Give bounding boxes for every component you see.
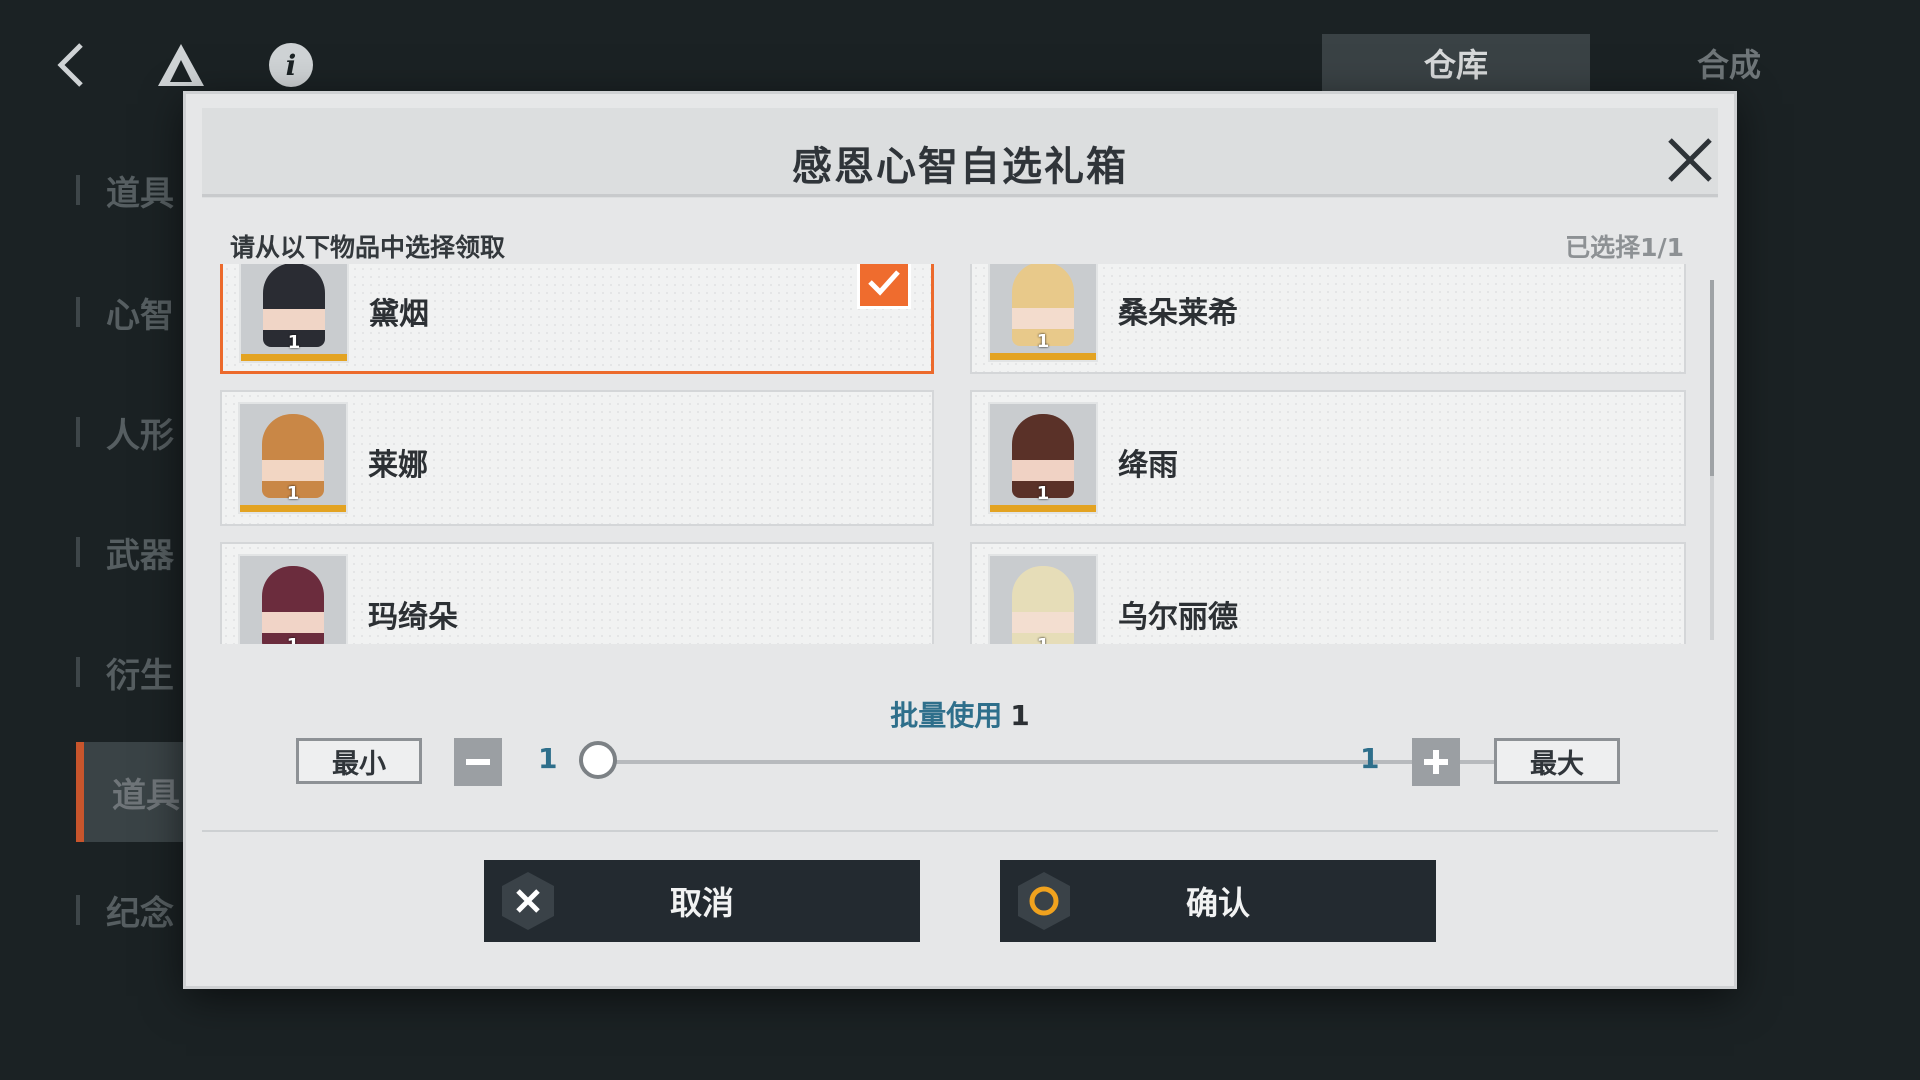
sidebar-item-label: 衍生 (106, 655, 174, 696)
slider-min-value: 1 (538, 742, 558, 775)
portrait-image (262, 566, 324, 644)
batch-use-value: 1 (1010, 699, 1030, 732)
sidebar-item-derived[interactable]: 衍生 (76, 642, 174, 702)
minus-icon[interactable] (454, 738, 502, 786)
item-quantity: 1 (1036, 483, 1050, 504)
batch-use-label: 批量使用 1 (186, 694, 1734, 734)
sidebar-item-label: 纪念 (106, 893, 174, 934)
sidebar-item-label: 道具 (112, 775, 180, 816)
divider (202, 830, 1718, 832)
info-icon[interactable]: i (264, 38, 318, 92)
divider (202, 194, 1718, 197)
list-item[interactable]: 1 玛绮朵 (220, 542, 934, 644)
item-list[interactable]: 1 黛烟 1 桑朵莱希 1 莱娜 1 绛雨 玛绮朵 乌尔丽德 (220, 264, 1696, 644)
gift-box-dialog: 感恩心智自选礼箱 请从以下物品中选择领取 已选择1/1 1 黛烟 1 桑朵莱希 … (186, 94, 1734, 986)
item-name: 乌尔丽德 (1118, 600, 1238, 635)
batch-use-text: 批量使用 (890, 699, 1003, 732)
item-quantity: 1 (240, 635, 346, 644)
item-name: 绛雨 (1118, 448, 1178, 483)
tab-warehouse[interactable]: 仓库 (1322, 34, 1590, 96)
list-item[interactable]: 1 莱娜 (220, 390, 934, 526)
item-quantity: 1 (287, 332, 301, 353)
item-name: 桑朵莱希 (1118, 296, 1238, 331)
plus-icon[interactable] (1412, 738, 1460, 786)
slider-max-value: 1 (1360, 742, 1380, 775)
confirm-label: 确认 (1185, 884, 1250, 922)
list-item[interactable]: 1 绛雨 (970, 390, 1686, 526)
sidebar-item-doll[interactable]: 人形 (76, 402, 174, 462)
tab-synthesis[interactable]: 合成 (1595, 34, 1863, 92)
character-portrait: 1 (990, 404, 1096, 512)
cancel-x-icon (498, 870, 558, 932)
back-icon[interactable] (44, 38, 98, 92)
rarity-bar (240, 505, 346, 512)
quantity-slider-handle[interactable] (579, 741, 617, 779)
character-portrait: 1 (240, 404, 346, 512)
confirm-button[interactable]: 确认 (1000, 860, 1436, 942)
sidebar-item-props[interactable]: 道具 (76, 160, 174, 220)
list-item[interactable]: 1 桑朵莱希 (970, 264, 1686, 374)
item-name: 莱娜 (368, 448, 428, 483)
sidebar-item-weapon[interactable]: 武器 (76, 522, 174, 582)
selected-count: 已选择1/1 (1565, 233, 1684, 262)
item-name: 玛绮朵 (368, 600, 458, 635)
rarity-bar (990, 505, 1096, 512)
character-portrait: 1 (240, 556, 346, 644)
item-quantity: 1 (990, 635, 1096, 644)
dialog-title: 感恩心智自选礼箱 (792, 144, 1128, 190)
character-portrait: 1 (241, 264, 347, 361)
checkbox-checked-icon[interactable] (857, 264, 911, 309)
sidebar-item-label: 心智 (106, 295, 174, 336)
svg-text:i: i (286, 49, 297, 82)
dialog-header: 感恩心智自选礼箱 (202, 108, 1718, 198)
cancel-label: 取消 (669, 884, 734, 922)
sidebar-item-memorial[interactable]: 纪念 (76, 880, 174, 940)
portrait-image (1012, 566, 1074, 644)
scrollbar-thumb[interactable] (1710, 280, 1714, 476)
instruction-text: 请从以下物品中选择领取 (230, 233, 506, 262)
sidebar-item-label: 人形 (106, 415, 174, 456)
sidebar-item-mind[interactable]: 心智 (76, 282, 174, 342)
confirm-circle-icon (1014, 870, 1074, 932)
sidebar-item-label: 道具 (106, 173, 174, 214)
max-button[interactable]: 最大 (1494, 738, 1620, 784)
item-quantity: 1 (286, 483, 300, 504)
min-button[interactable]: 最小 (296, 738, 422, 784)
item-quantity: 1 (1036, 331, 1050, 352)
character-portrait: 1 (990, 264, 1096, 360)
cancel-button[interactable]: 取消 (484, 860, 920, 942)
rarity-bar (241, 354, 347, 361)
rarity-bar (990, 353, 1096, 360)
character-portrait: 1 (990, 556, 1096, 644)
list-item[interactable]: 1 乌尔丽德 (970, 542, 1686, 644)
close-icon[interactable] (1662, 132, 1718, 188)
item-name: 黛烟 (369, 297, 429, 332)
sidebar-item-label: 武器 (106, 535, 174, 576)
list-item[interactable]: 1 黛烟 (220, 264, 934, 374)
home-logo-icon[interactable] (154, 38, 208, 92)
